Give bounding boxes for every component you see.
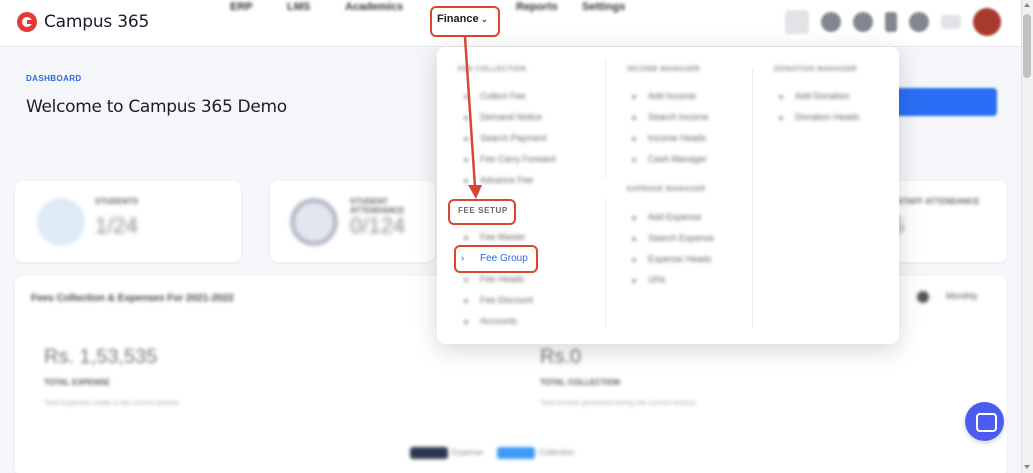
menu-item[interactable]: Search Expense <box>631 233 714 243</box>
stat-value: 1/24 <box>95 213 138 238</box>
menu-item[interactable]: Fee Discount <box>463 295 533 305</box>
menu-item[interactable]: Collect Fee <box>464 91 526 101</box>
total-collection-note: Total Income generated during the curren… <box>540 400 696 407</box>
page-scrollbar[interactable] <box>1021 0 1033 473</box>
legend-swatch-expense <box>410 447 448 459</box>
page-title: Welcome to Campus 365 Demo <box>26 97 287 117</box>
menu-item[interactable]: Donation Heads <box>779 112 860 122</box>
menu-item[interactable]: VPA <box>631 275 665 285</box>
stat-card-students: STUDENTS 1/24 <box>15 181 241 262</box>
menu-heading-income-manager: INCOME MANAGER <box>627 66 701 73</box>
menu-item[interactable]: Add Donation <box>779 91 850 101</box>
menu-divider <box>605 199 606 327</box>
top-nav-bar: Campus 365 ERP LMS Academics Reports Set… <box>0 0 1021 47</box>
menu-item[interactable]: Search Payment <box>464 133 547 143</box>
nav-item-lms[interactable]: LMS <box>283 1 314 13</box>
menu-item[interactable]: Income Heads <box>631 133 706 143</box>
app-icon[interactable] <box>885 12 897 32</box>
panel-title: Fees Collection & Expenses For 2021-2022 <box>31 293 234 304</box>
legend-label-expense: Expense <box>452 448 484 457</box>
nav-item-settings[interactable]: Settings <box>578 1 629 13</box>
theme-icon[interactable] <box>909 12 929 32</box>
attendance-icon <box>290 198 338 246</box>
globe-icon[interactable] <box>821 12 841 32</box>
menu-heading-fee-collection: FEE COLLECTION <box>458 66 527 73</box>
student-icon <box>37 198 85 246</box>
menu-divider <box>752 69 753 327</box>
total-expense-value: Rs. 1,53,535 <box>44 346 158 368</box>
monthly-toggle-label[interactable]: Monthly <box>946 291 978 301</box>
app-name: Campus 365 <box>44 12 150 32</box>
scroll-thumb[interactable] <box>1023 14 1031 78</box>
stat-label: STUDENTS <box>95 197 139 206</box>
menu-divider <box>605 59 606 179</box>
legend-swatch-collection <box>497 447 535 459</box>
menu-item[interactable]: Demand Notice <box>463 112 542 122</box>
menu-item[interactable]: Search Income <box>632 112 709 122</box>
scroll-up-icon[interactable] <box>1024 3 1030 7</box>
notification-icon[interactable] <box>853 12 873 32</box>
stat-label: STAFF ATTENDANCE <box>898 197 980 206</box>
stat-value: 0/124 <box>350 213 406 238</box>
nav-item-reports[interactable]: Reports <box>512 1 562 13</box>
nav-item-erp[interactable]: ERP <box>226 1 257 13</box>
menu-item[interactable]: Fee Heads <box>463 274 524 284</box>
scroll-down-icon[interactable] <box>1024 465 1030 469</box>
stat-card-student-attendance: STUDENT ATTENDANCE 0/124 <box>270 181 435 262</box>
avatar[interactable] <box>973 8 1001 36</box>
menu-item[interactable]: Fee Carry Forward <box>464 154 556 164</box>
total-collection-label: TOTAL COLLECTION <box>540 378 620 387</box>
total-expense-note: Total Expenses made in the current sessi… <box>44 400 180 407</box>
campus-logo-icon <box>17 12 37 32</box>
legend-label-collection: Collection <box>539 448 575 457</box>
grid-icon[interactable] <box>941 15 961 29</box>
header-icon-group <box>785 8 1001 36</box>
toggle-radio[interactable] <box>917 291 929 303</box>
fee-setup-highlight-box <box>448 199 516 225</box>
search-icon[interactable] <box>785 10 809 34</box>
finance-highlight-box <box>430 6 500 37</box>
menu-item[interactable]: Add Expense <box>632 212 702 222</box>
fee-group-highlight-box <box>454 245 538 273</box>
total-collection-value: Rs.0 <box>540 346 582 368</box>
menu-item[interactable]: Accounts <box>463 316 517 326</box>
total-expense-label: TOTAL EXPENSE <box>44 378 110 387</box>
menu-heading-donation-manager: DONATION MANAGER <box>774 66 857 73</box>
chat-support-button[interactable] <box>965 402 1004 441</box>
menu-item[interactable]: Expense Heads <box>632 254 712 264</box>
menu-item[interactable]: Cash Manager <box>631 154 707 164</box>
menu-item[interactable]: Add Income <box>631 91 696 101</box>
menu-heading-expense-manager: EXPENSE MANAGER <box>627 186 706 193</box>
app-logo[interactable]: Campus 365 <box>17 12 149 32</box>
breadcrumb[interactable]: DASHBOARD <box>26 74 82 83</box>
menu-item[interactable]: Fee Master <box>464 232 526 242</box>
nav-item-academics[interactable]: Academics <box>341 1 407 13</box>
menu-item[interactable]: Advance Fee <box>463 175 533 185</box>
